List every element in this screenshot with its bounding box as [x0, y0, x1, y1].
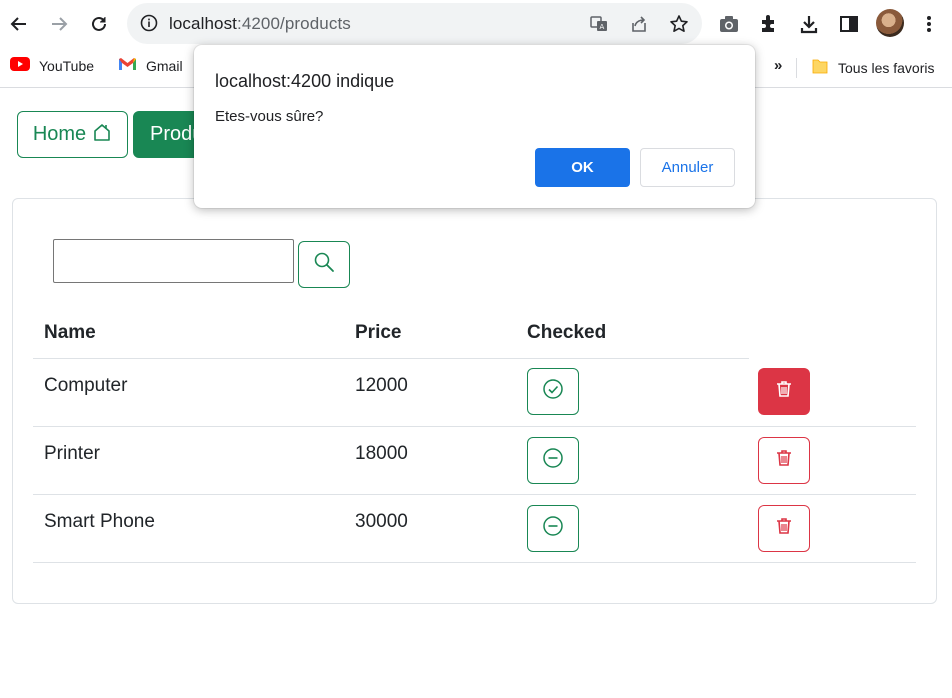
product-name: Smart Phone	[44, 511, 155, 532]
bookmark-gmail[interactable]: Gmail	[118, 57, 183, 74]
toggle-checked-button[interactable]	[527, 437, 579, 484]
column-header-checked: Checked	[527, 322, 607, 343]
column-header-price: Price	[355, 322, 402, 343]
row-divider	[33, 562, 916, 563]
dash-circle-icon	[542, 447, 564, 474]
all-bookmarks-button[interactable]: Tous les favoris	[811, 57, 934, 78]
delete-button[interactable]	[758, 368, 810, 415]
delete-button[interactable]	[758, 437, 810, 484]
extensions-icon[interactable]	[757, 12, 781, 36]
product-price: 18000	[355, 443, 408, 464]
product-price: 12000	[355, 375, 408, 396]
url-host: localhost	[169, 14, 237, 33]
cancel-button[interactable]: Annuler	[640, 148, 735, 187]
bookmark-label: Gmail	[146, 57, 183, 74]
home-label: Home	[32, 123, 87, 145]
back-icon[interactable]	[7, 12, 31, 36]
search-icon	[313, 251, 335, 278]
trash-icon	[774, 516, 794, 541]
reload-icon[interactable]	[87, 12, 111, 36]
product-price: 30000	[355, 511, 408, 532]
house-icon	[92, 122, 112, 148]
search-input[interactable]	[53, 239, 294, 283]
url-path: :4200/products	[237, 14, 351, 33]
column-header-name: Name	[44, 322, 96, 343]
download-icon[interactable]	[797, 12, 821, 36]
star-icon[interactable]	[668, 13, 690, 35]
table-header-divider	[33, 358, 749, 359]
address-url: localhost:4200/products	[169, 14, 351, 34]
trash-icon	[774, 448, 794, 473]
bookmark-youtube[interactable]: YouTube	[10, 57, 94, 74]
bookmarks-overflow-button[interactable]: »	[774, 57, 782, 74]
products-card: Name Price Checked Computer 12000 Printe…	[12, 198, 937, 604]
home-button[interactable]: Home	[17, 111, 128, 158]
trash-icon	[774, 379, 794, 404]
confirm-dialog: localhost:4200 indique Etes-vous sûre? O…	[194, 45, 755, 208]
dialog-message: Etes-vous sûre?	[215, 108, 324, 125]
dialog-title: localhost:4200 indique	[215, 71, 395, 91]
delete-button[interactable]	[758, 505, 810, 552]
info-icon[interactable]	[139, 13, 159, 38]
browser-toolbar: localhost:4200/products A	[0, 0, 952, 48]
dash-circle-icon	[542, 515, 564, 542]
translate-icon[interactable]: A	[588, 13, 610, 35]
profile-avatar[interactable]	[876, 9, 904, 37]
toggle-checked-button[interactable]	[527, 505, 579, 552]
address-bar[interactable]: localhost:4200/products A	[127, 3, 702, 44]
folder-icon	[811, 57, 829, 78]
product-name: Printer	[44, 443, 100, 464]
row-divider	[33, 426, 916, 427]
ok-button[interactable]: OK	[535, 148, 630, 187]
gmail-icon	[118, 57, 137, 74]
menu-icon[interactable]	[917, 12, 941, 36]
all-bookmarks-label: Tous les favoris	[838, 59, 935, 76]
bookmark-label: YouTube	[39, 57, 95, 74]
sidepanel-icon[interactable]	[837, 12, 861, 36]
svg-text:A: A	[600, 23, 605, 31]
forward-icon[interactable]	[47, 12, 71, 36]
camera-icon[interactable]	[717, 12, 741, 36]
youtube-icon	[10, 57, 30, 74]
search-button[interactable]	[298, 241, 350, 288]
row-divider	[33, 494, 916, 495]
toggle-checked-button[interactable]	[527, 368, 579, 415]
check-circle-icon	[542, 378, 564, 405]
product-name: Computer	[44, 375, 128, 396]
bookmarks-divider	[796, 58, 797, 78]
share-icon[interactable]	[628, 13, 650, 35]
